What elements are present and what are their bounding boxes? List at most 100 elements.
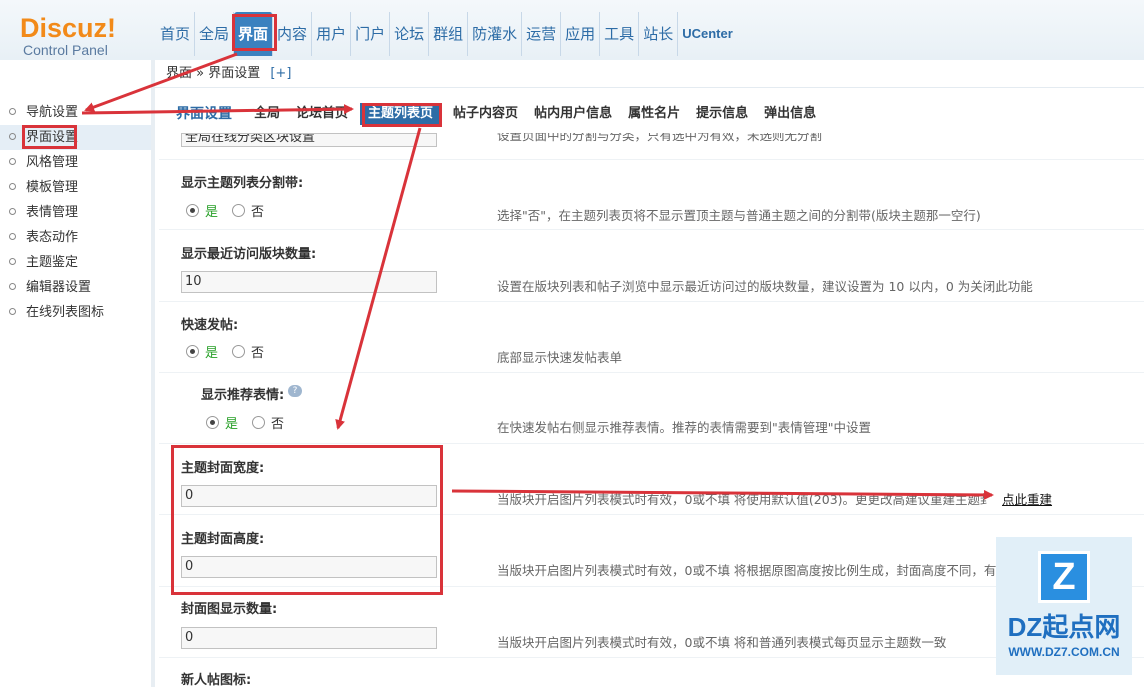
tabs-title: 界面设置 — [176, 106, 232, 122]
sidebar-item-label: 表态动作 — [26, 230, 79, 245]
sidebar: 导航设置 界面设置 风格管理 模板管理 表情管理 表态动作 主题鉴定 编辑器设置 在线列表图标 — [0, 60, 155, 687]
radio-no-label[interactable]: 否 — [251, 201, 264, 220]
bullet-icon — [9, 283, 16, 290]
setting-hint: 当版块开启图片列表模式时有效，0或不填 将和普通列表模式每页显示主题数一致 — [497, 635, 947, 650]
smilies-radio-group: 是 否 — [206, 413, 284, 432]
recent-forums-input[interactable]: 10 — [181, 271, 437, 293]
sidebar-item-label: 编辑器设置 — [26, 280, 92, 295]
setting-label: 封面图显示数量: — [181, 602, 278, 617]
nav-item[interactable]: 门户 — [351, 12, 391, 56]
nav-item[interactable]: 应用 — [561, 12, 601, 56]
rebuild-covers-link[interactable]: 点此重建 — [1002, 489, 1052, 508]
setting-hint: 当版块开启图片列表模式时有效，0或不填 将使用默认值(203)。更更改高建议重建… — [497, 492, 987, 507]
sidebar-item[interactable]: 风格管理 — [0, 150, 151, 175]
tab[interactable]: 论坛首页 — [288, 103, 356, 125]
sidebar-item[interactable]: 在线列表图标 — [0, 300, 151, 325]
tab[interactable]: 属性名片 — [620, 103, 688, 125]
breadcrumb: 界面 » 界面设置 [+] — [155, 60, 1144, 88]
sidebar-item-label: 在线列表图标 — [26, 305, 105, 320]
nav-item[interactable]: 站长 — [639, 12, 679, 56]
sidebar-item[interactable]: 模板管理 — [0, 175, 151, 200]
tab[interactable]: 帖内用户信息 — [526, 103, 620, 125]
radio-no-label[interactable]: 否 — [251, 342, 264, 361]
divider — [159, 443, 1144, 444]
radio-no[interactable] — [252, 416, 266, 429]
logo-brand: Discuz! — [20, 13, 117, 43]
bullet-icon — [9, 233, 16, 240]
divider — [159, 301, 1144, 302]
divider — [159, 372, 1144, 373]
radio-yes-label[interactable]: 是 — [205, 342, 218, 361]
nav-item[interactable]: 论坛 — [390, 12, 430, 56]
setting-hint: 选择"否"，在主题列表页将不显示置顶主题与普通主题之间的分割带(版块主题那一空行… — [497, 208, 981, 223]
add-favorite-button[interactable]: [+] — [270, 66, 291, 81]
logo[interactable]: Discuz! Control Panel — [20, 14, 116, 58]
bullet-icon — [9, 108, 16, 115]
tab[interactable]: 提示信息 — [688, 103, 756, 125]
sidebar-item-label: 表情管理 — [26, 205, 79, 220]
divider — [159, 229, 1144, 230]
tab[interactable]: 全局 — [246, 103, 288, 125]
separator-radio-group: 是 否 — [186, 201, 264, 220]
nav-item[interactable]: 首页 — [156, 12, 196, 56]
sidebar-item-label: 风格管理 — [26, 155, 79, 170]
nav-item[interactable]: 群组 — [429, 12, 469, 56]
divider — [159, 159, 1144, 160]
setting-hint: 底部显示快速发帖表单 — [497, 350, 623, 365]
sidebar-item[interactable]: 表情管理 — [0, 200, 151, 225]
setting-label: 显示最近访问版块数量: — [181, 247, 317, 262]
bullet-icon — [9, 183, 16, 190]
highlight-box-nav — [232, 14, 277, 51]
nav-item[interactable]: 工具 — [600, 12, 640, 56]
radio-yes-label[interactable]: 是 — [225, 413, 238, 432]
radio-no[interactable] — [232, 345, 246, 358]
bullet-icon — [9, 158, 16, 165]
bullet-icon — [9, 208, 16, 215]
header: Discuz! Control Panel 首页 全局 界面 内容 用户 门户 论坛 群组 防灌… — [0, 0, 1144, 60]
setting-label: 新人帖图标: — [181, 673, 252, 687]
bullet-icon — [9, 133, 16, 140]
setting-label: 快速发帖: — [181, 318, 239, 333]
breadcrumb-path[interactable]: 界面 » 界面设置 — [166, 66, 260, 81]
nav-item[interactable]: 用户 — [312, 12, 352, 56]
help-icon[interactable]: ? — [288, 385, 302, 397]
partial-input[interactable]: 全局在线分类区块设置 — [181, 133, 437, 147]
nav-item[interactable]: 全局 — [195, 12, 235, 56]
watermark-logo: Z DZ起点网 WWW.DZ7.COM.CN — [996, 537, 1132, 675]
watermark-name: DZ起点网 — [1007, 612, 1121, 642]
nav-item[interactable]: 内容 — [273, 12, 313, 56]
quick-post-radio-group: 是 否 — [186, 342, 264, 361]
nav-item[interactable]: 防灌水 — [468, 12, 523, 56]
setting-hint: 设置在版块列表和帖子浏览中显示最近访问过的版块数量，建议设置为 10 以内，0 … — [497, 279, 1033, 294]
radio-yes[interactable] — [186, 204, 199, 217]
setting-label: 显示推荐表情: — [201, 388, 285, 403]
highlight-box-sidebar — [22, 125, 77, 149]
highlight-box-tab — [362, 103, 442, 127]
sidebar-item-label: 导航设置 — [26, 105, 79, 120]
sidebar-item[interactable]: 主题鉴定 — [0, 250, 151, 275]
watermark-icon: Z — [1038, 551, 1090, 603]
nav-item[interactable]: UCenter — [678, 12, 737, 56]
setting-hint: 当版块开启图片列表模式时有效，0或不填 将根据原图高度按比例生成，封面高度不同，… — [497, 563, 1072, 578]
highlight-box-cover-settings — [171, 445, 443, 595]
radio-yes-label[interactable]: 是 — [205, 201, 218, 220]
watermark-url: WWW.DZ7.COM.CN — [1008, 645, 1120, 659]
tab[interactable]: 帖子内容页 — [445, 103, 526, 125]
sidebar-item[interactable]: 表态动作 — [0, 225, 151, 250]
admin-control-panel: Discuz! Control Panel 首页 全局 界面 内容 用户 门户 论坛 群组 防灌… — [0, 0, 1144, 687]
setting-hint: 在快速发帖右侧显示推荐表情。推荐的表情需要到"表情管理"中设置 — [497, 420, 872, 435]
bullet-icon — [9, 258, 16, 265]
radio-no[interactable] — [232, 204, 246, 217]
radio-yes[interactable] — [206, 416, 219, 429]
cover-count-input[interactable]: 0 — [181, 627, 437, 649]
tab[interactable]: 弹出信息 — [756, 103, 824, 125]
nav-item[interactable]: 运营 — [522, 12, 562, 56]
sidebar-item[interactable]: 编辑器设置 — [0, 275, 151, 300]
partial-hint: 设置页面中的分割与分类，只有选中为有效，未选则无分割 — [497, 133, 823, 143]
setting-label: 显示主题列表分割带: — [181, 176, 304, 191]
settings-tabs: 界面设置 全局 论坛首页 主题列表页 帖子内容页 帖内用户信息 属性名片 提示信息 弹出信息 — [159, 101, 824, 127]
radio-yes[interactable] — [186, 345, 199, 358]
sidebar-item-label: 模板管理 — [26, 180, 79, 195]
sidebar-item[interactable]: 导航设置 — [0, 100, 151, 125]
radio-no-label[interactable]: 否 — [271, 413, 284, 432]
